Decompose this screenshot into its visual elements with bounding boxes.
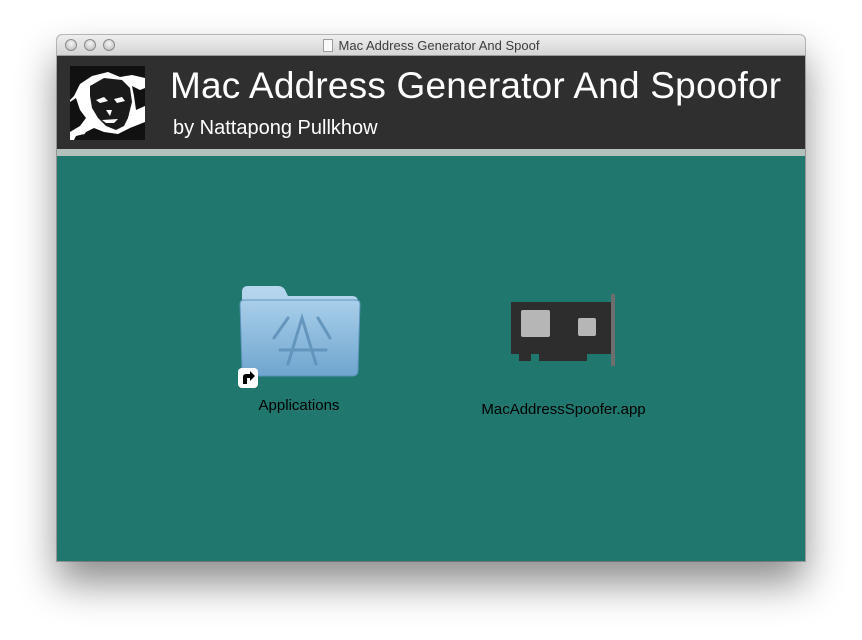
window-titlebar[interactable]: Mac Address Generator And Spoof [57,35,805,56]
app-title: Mac Address Generator And Spoofor [170,65,782,106]
app-bundle-label: MacAddressSpoofer.app [481,401,646,418]
network-card-icon [511,294,615,366]
app-bundle-item[interactable]: MacAddressSpoofer.app [471,294,656,424]
banner-header: Mac Address Generator And Spoofor by Nat… [57,56,805,149]
window-title: Mac Address Generator And Spoof [338,38,540,53]
document-icon [322,39,333,52]
window-title-area: Mac Address Generator And Spoof [57,38,805,53]
app-window: Mac Address Generator And Spoof Mac Addr… [57,35,805,561]
applications-folder-alias-icon [238,286,361,388]
header-divider [57,149,805,156]
installer-content-area: Applications MacAddressSpoofer.app [57,156,805,561]
author-byline: by Nattapong Pullkhow [173,117,378,139]
author-portrait-icon [70,66,145,140]
applications-label: Applications [258,397,340,414]
applications-alias-item[interactable]: Applications [234,284,364,424]
